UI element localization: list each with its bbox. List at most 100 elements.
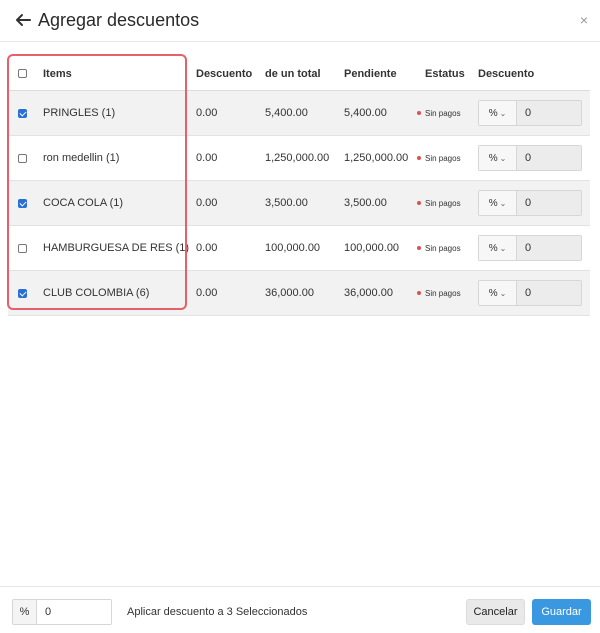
- item-name: PRINGLES (1): [43, 107, 116, 119]
- col-discount-input: Descuento: [478, 67, 535, 80]
- discount-input-group: % ⌄: [478, 235, 582, 261]
- dialog-footer: % Aplicar descuento a 3 Seleccionados Ca…: [0, 586, 600, 633]
- col-pending: Pendiente: [344, 67, 397, 80]
- item-name: COCA COLA (1): [43, 197, 124, 209]
- arrow-left-icon[interactable]: [14, 11, 32, 29]
- item-name: CLUB COLOMBIA (6): [43, 287, 150, 299]
- chevron-down-icon: ⌄: [499, 153, 507, 163]
- checkbox-box[interactable]: [18, 153, 27, 163]
- checkbox-box[interactable]: [18, 288, 27, 298]
- page-title: Agregar descuentos: [38, 10, 200, 30]
- status-badge: Sin pagos: [417, 181, 461, 225]
- row-checkbox[interactable]: [18, 271, 32, 315]
- cancel-button[interactable]: Cancelar: [466, 599, 525, 625]
- table-row: COCA COLA (1) 0.00 3,500.00 3,500.00 Sin pag…: [8, 181, 590, 226]
- status-dot-icon: [417, 201, 421, 205]
- discount-table: Items Descuento de un total Pendiente Es…: [8, 57, 590, 316]
- item-total: 3,500.00: [265, 197, 308, 209]
- discount-type-dropdown[interactable]: % ⌄: [479, 281, 517, 305]
- item-discount: 0.00: [196, 107, 218, 119]
- chevron-down-icon: ⌄: [499, 288, 507, 298]
- status-badge: Sin pagos: [417, 226, 461, 270]
- dialog-header: Agregar descuentos ×: [0, 0, 600, 42]
- discount-value-input[interactable]: [517, 281, 581, 305]
- discount-type-dropdown[interactable]: % ⌄: [479, 191, 517, 215]
- checkbox-box[interactable]: [18, 108, 27, 118]
- item-pending: 36,000.00: [344, 287, 393, 299]
- status-dot-icon: [417, 156, 421, 160]
- table-row: CLUB COLOMBIA (6) 0.00 36,000.00 36,000.00 S…: [8, 271, 590, 316]
- status-text: Sin pagos: [425, 198, 461, 208]
- bulk-discount-group: %: [12, 599, 112, 625]
- col-items: Items: [43, 67, 72, 80]
- discount-input-group: % ⌄: [478, 145, 582, 171]
- discount-control: % ⌄: [478, 226, 582, 270]
- item-pending: 100,000.00: [344, 242, 400, 254]
- status-text: Sin pagos: [425, 153, 461, 163]
- item-total: 1,250,000.00: [265, 152, 330, 164]
- item-discount: 0.00: [196, 242, 218, 254]
- save-button[interactable]: Guardar: [532, 599, 591, 625]
- discount-type-dropdown[interactable]: % ⌄: [479, 146, 517, 170]
- col-total: de un total: [265, 67, 321, 80]
- discount-value-input[interactable]: [517, 146, 581, 170]
- chevron-down-icon: ⌄: [499, 108, 507, 118]
- discount-control: % ⌄: [478, 91, 582, 135]
- discount-value-input[interactable]: [517, 101, 581, 125]
- bulk-discount-type[interactable]: %: [13, 600, 37, 624]
- table-row: HAMBURGUESA DE RES (1) 0.00 100,000.00 100,…: [8, 226, 590, 271]
- status-dot-icon: [417, 111, 421, 115]
- table-row: ron medellin (1) 0.00 1,250,000.00 1,250,00…: [8, 136, 590, 181]
- row-checkbox[interactable]: [18, 136, 32, 180]
- status-text: Sin pagos: [425, 288, 461, 298]
- discount-type-label: %: [488, 152, 498, 164]
- col-discount: Descuento: [196, 67, 253, 80]
- discount-control: % ⌄: [478, 136, 582, 180]
- checkbox-box[interactable]: [18, 198, 27, 208]
- chevron-down-icon: ⌄: [499, 198, 507, 208]
- discount-type-label: %: [488, 287, 498, 299]
- discount-type-label: %: [488, 197, 498, 209]
- discount-control: % ⌄: [478, 181, 582, 225]
- row-checkbox[interactable]: [18, 91, 32, 135]
- discount-value-input[interactable]: [517, 191, 581, 215]
- discount-value-input[interactable]: [517, 236, 581, 260]
- item-discount: 0.00: [196, 287, 218, 299]
- checkbox-box[interactable]: [18, 243, 27, 253]
- discount-input-group: % ⌄: [478, 190, 582, 216]
- item-discount: 0.00: [196, 152, 218, 164]
- status-badge: Sin pagos: [417, 271, 461, 315]
- close-icon[interactable]: ×: [580, 12, 588, 28]
- bulk-discount-input[interactable]: [37, 600, 111, 624]
- item-name: ron medellin (1): [43, 152, 120, 164]
- checkbox-box[interactable]: [18, 69, 27, 78]
- discount-input-group: % ⌄: [478, 100, 582, 126]
- item-discount: 0.00: [196, 197, 218, 209]
- status-dot-icon: [417, 291, 421, 295]
- discount-type-label: %: [488, 242, 498, 254]
- status-badge: Sin pagos: [417, 136, 461, 180]
- status-dot-icon: [417, 246, 421, 250]
- item-total: 36,000.00: [265, 287, 314, 299]
- item-total: 5,400.00: [265, 107, 308, 119]
- table-header: Items Descuento de un total Pendiente Es…: [8, 57, 590, 91]
- item-name: HAMBURGUESA DE RES (1): [43, 242, 190, 254]
- row-checkbox[interactable]: [18, 226, 32, 270]
- row-checkbox[interactable]: [18, 181, 32, 225]
- item-pending: 3,500.00: [344, 197, 387, 209]
- item-pending: 1,250,000.00: [344, 152, 409, 164]
- table-row: PRINGLES (1) 0.00 5,400.00 5,400.00 Sin pago…: [8, 91, 590, 136]
- status-badge: Sin pagos: [417, 91, 461, 135]
- discount-type-dropdown[interactable]: % ⌄: [479, 101, 517, 125]
- discount-type-dropdown[interactable]: % ⌄: [479, 236, 517, 260]
- chevron-down-icon: ⌄: [499, 243, 507, 253]
- select-all-checkbox[interactable]: [18, 57, 32, 90]
- item-total: 100,000.00: [265, 242, 321, 254]
- discount-input-group: % ⌄: [478, 280, 582, 306]
- status-text: Sin pagos: [425, 108, 461, 118]
- item-pending: 5,400.00: [344, 107, 387, 119]
- discount-control: % ⌄: [478, 271, 582, 315]
- discount-type-label: %: [488, 107, 498, 119]
- apply-discount-text: Aplicar descuento a 3 Seleccionados: [127, 606, 308, 618]
- col-status: Estatus: [425, 67, 465, 80]
